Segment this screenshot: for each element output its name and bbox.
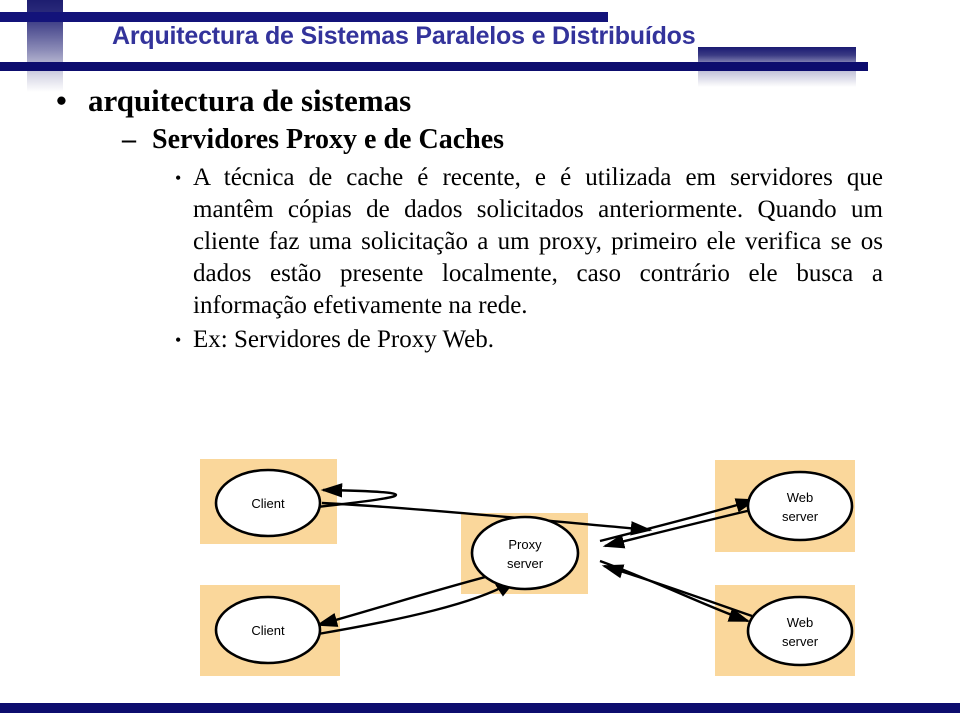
node-web-server-bottom-label-line2: server [782,634,819,649]
header-top-rule [0,12,608,22]
proxy-architecture-diagram: Client Client Proxy server Web server We… [0,448,960,698]
node-client-bottom: Client [214,595,322,665]
node-web-server-top-label-line1: Web [787,490,814,505]
node-client-bottom-label: Client [251,623,285,638]
node-web-server-top: Web server [746,470,854,542]
node-proxy-server: Proxy server [470,515,580,591]
bullet-level3-paragraph-text: A técnica de cache é recente, e é utiliz… [193,164,883,319]
bullet-level3-paragraph: • A técnica de cache é recente, e é utili… [175,162,883,322]
slide-body: • arquitectura de sistemas – Servidores Pr… [0,82,960,356]
page-title: Arquitectura de Sistemas Paralelos e Dis… [112,22,696,50]
node-web-server-bottom: Web server [746,595,854,667]
bullet-level3-example: • Ex: Servidores de Proxy Web. [175,324,883,356]
bullet-marker-level3-example: • [175,330,182,350]
node-client-top: Client [214,468,322,538]
bullet-marker-level3: • [175,168,182,188]
node-proxy-server-label-line1: Proxy [508,537,542,552]
node-web-server-bottom-label-line1: Web [787,615,814,630]
bullet-marker-level2: – [122,124,136,155]
bullet-marker-level1: • [56,83,67,118]
bullet-level3-example-text: Ex: Servidores de Proxy Web. [193,326,494,353]
node-proxy-server-label-line2: server [507,556,544,571]
header-bottom-rule [0,62,868,71]
bullet-level1-label: arquitectura de sistemas [88,83,412,118]
bullet-level2-label: Servidores Proxy e de Caches [152,124,505,155]
footer-rule [0,703,960,713]
node-client-top-label: Client [251,496,285,511]
bullet-level2: – Servidores Proxy e de Caches [122,122,960,158]
node-web-server-top-label-line2: server [782,509,819,524]
bullet-level1: • arquitectura de sistemas [56,82,960,120]
